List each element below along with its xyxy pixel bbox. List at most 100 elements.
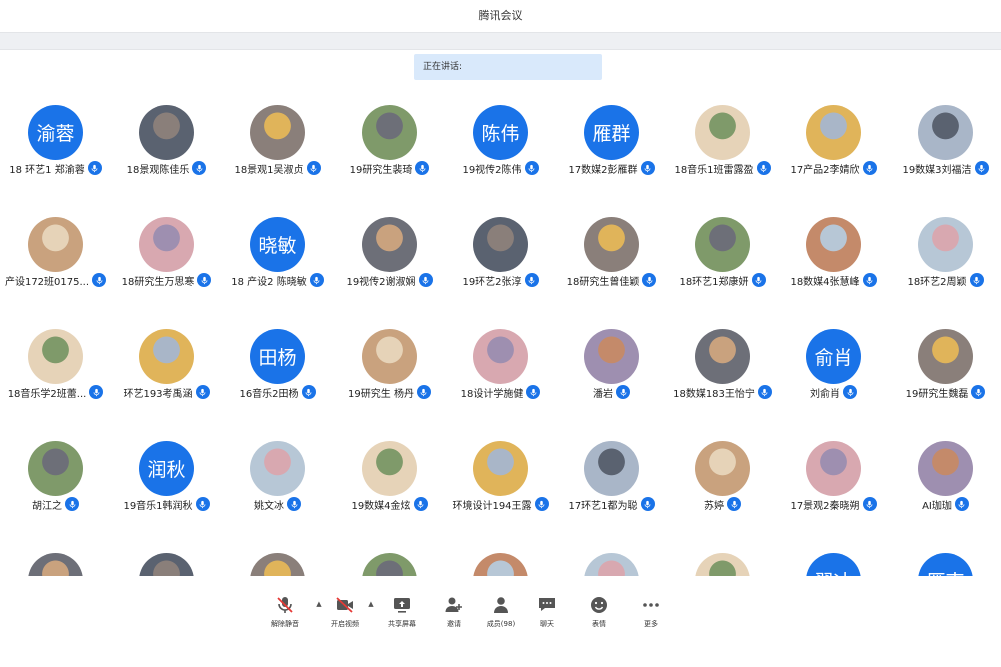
avatar-photo: [28, 329, 83, 384]
participant-tile[interactable]: 18数媒183王怡宁: [667, 314, 778, 426]
participant-tile[interactable]: AI珈珈: [890, 426, 1001, 538]
participant-tile[interactable]: 姚文冰: [222, 426, 333, 538]
participant-name: 18环艺2周颖: [907, 276, 967, 288]
emoji-button[interactable]: 表情: [575, 594, 623, 634]
participant-tile[interactable]: [667, 538, 778, 576]
avatar-photo: [139, 217, 194, 272]
members-button[interactable]: 成员(98): [477, 594, 525, 634]
participant-tile[interactable]: 润秋 19音乐1韩润秋: [111, 426, 222, 538]
participant-tile[interactable]: 18音乐学2班蕾...: [0, 314, 111, 426]
participant-tile[interactable]: [111, 538, 222, 576]
avatar-initials: 渝蓉: [36, 123, 75, 145]
participant-tile[interactable]: 俞肖 刘俞肖: [778, 314, 889, 426]
avatar-photo: [584, 553, 639, 576]
participant-tile[interactable]: 田杨 16音乐2田杨: [222, 314, 333, 426]
participant-tile[interactable]: 19研究生裴琦: [334, 90, 445, 202]
avatar-photo: [28, 553, 83, 576]
participant-label: 18音乐学2班蕾...: [0, 384, 111, 400]
participant-tile[interactable]: 晓敏 18 产设2 陈晓敏: [222, 202, 333, 314]
participant-name: 苏婷: [704, 500, 724, 512]
participant-tile[interactable]: 18数媒4张慧峰: [778, 202, 889, 314]
mic-icon: [843, 385, 857, 399]
participant-label: 17数媒2彭雁群: [556, 160, 667, 176]
speaking-label: 正在讲话:: [423, 62, 463, 72]
chat-button[interactable]: 聊天: [523, 594, 571, 634]
participant-tile[interactable]: 18研究生曾佳颖: [556, 202, 667, 314]
participant-tile[interactable]: 陈伟 19视传2陈伟: [445, 90, 556, 202]
participant-label: 19环艺2张淳: [445, 272, 556, 288]
mic-icon: [197, 273, 212, 287]
participant-tile[interactable]: 潘岩: [556, 314, 667, 426]
participant-tile[interactable]: [222, 538, 333, 576]
participant-tile[interactable]: 胡江之: [0, 426, 111, 538]
participant-name: 18研究生万思寒: [121, 276, 195, 288]
participant-label: 16音乐2田杨: [222, 384, 333, 400]
participant-label: 19研究生裴琦: [334, 160, 445, 176]
participant-label: 19视传2陈伟: [445, 160, 556, 176]
top-divider-strip: [0, 32, 1001, 50]
avatar-photo: [362, 329, 417, 384]
participant-tile[interactable]: 17环艺1都为聪: [556, 426, 667, 538]
participant-tile[interactable]: 17产品2李婧欣: [778, 90, 889, 202]
participant-label: 17景观2秦晓朔: [778, 496, 889, 512]
participant-tile[interactable]: 19研究生 杨丹: [334, 314, 445, 426]
participant-tile[interactable]: 翟冰: [778, 538, 889, 576]
mic-icon: [534, 497, 549, 511]
start-video-button[interactable]: 开启视频: [321, 594, 369, 634]
avatar: 雁南: [918, 553, 973, 576]
more-label: 更多: [644, 620, 658, 628]
participant-name: 18 环艺1 郑渝蓉: [9, 164, 85, 176]
participant-tile[interactable]: 17景观2秦晓朔: [778, 426, 889, 538]
participant-tile[interactable]: 产设172班0175...: [0, 202, 111, 314]
avatar-initials: 翟冰: [814, 567, 852, 576]
avatar-photo: [584, 329, 639, 384]
participant-tile[interactable]: 苏婷: [667, 426, 778, 538]
participant-tile[interactable]: 雁群 17数媒2彭雁群: [556, 90, 667, 202]
avatar-photo: [695, 553, 750, 576]
participant-name: 19视传2谢淑娴: [346, 276, 416, 288]
participant-name: 18音乐学2班蕾...: [7, 388, 87, 400]
participant-tile[interactable]: [556, 538, 667, 576]
invite-button[interactable]: 邀请: [430, 594, 478, 634]
participant-tile[interactable]: [445, 538, 556, 576]
avatar-photo: [362, 217, 417, 272]
participant-tile[interactable]: 18音乐1班雷露盈: [667, 90, 778, 202]
participant-tile[interactable]: 19环艺2张淳: [445, 202, 556, 314]
chat-label: 聊天: [540, 620, 554, 628]
mic-icon: [974, 161, 989, 175]
start-video-label: 开启视频: [331, 620, 359, 628]
participant-tile[interactable]: 19视传2谢淑娴: [334, 202, 445, 314]
participant-tile[interactable]: 18研究生万思寒: [111, 202, 222, 314]
avatar-photo: [362, 105, 417, 160]
mic-icon: [751, 273, 766, 287]
avatar: 陈伟: [473, 105, 528, 160]
more-button[interactable]: 更多: [627, 594, 675, 634]
participant-tile[interactable]: 19数媒4金炫: [334, 426, 445, 538]
participant-tile[interactable]: 19研究生魏磊: [890, 314, 1001, 426]
participant-name: 19环艺2张淳: [462, 276, 522, 288]
participant-tile[interactable]: 19数媒3刘福洁: [890, 90, 1001, 202]
mic-icon: [862, 273, 877, 287]
share-screen-button[interactable]: 共享屏幕: [378, 594, 426, 634]
participant-tile[interactable]: 18景观1吴淑贞: [222, 90, 333, 202]
participant-tile[interactable]: 渝蓉 18 环艺1 郑渝蓉: [0, 90, 111, 202]
participant-name: 18景观1吴淑贞: [234, 164, 304, 176]
participant-tile[interactable]: 雁南: [890, 538, 1001, 576]
video-options-caret[interactable]: ▲: [367, 600, 375, 608]
members-label: 成员(98): [486, 620, 516, 628]
participant-tile[interactable]: [0, 538, 111, 576]
participant-tile[interactable]: 环境设计194王露: [445, 426, 556, 538]
mic-icon: [642, 273, 657, 287]
participant-tile[interactable]: [334, 538, 445, 576]
avatar-photo: [695, 105, 750, 160]
participant-tile[interactable]: 18设计学施健: [445, 314, 556, 426]
avatar-initials: 俞肖: [814, 347, 853, 369]
participant-name: 环境设计194王露: [452, 500, 532, 512]
participant-tile[interactable]: 18景观陈佳乐: [111, 90, 222, 202]
window-title-bar: 腾讯会议: [0, 0, 1001, 32]
participant-tile[interactable]: 18环艺1郑康妍: [667, 202, 778, 314]
participant-tile[interactable]: 环艺193考禹涵: [111, 314, 222, 426]
mic-icon: [954, 497, 969, 511]
unmute-button[interactable]: 解除静音: [261, 594, 309, 634]
participant-tile[interactable]: 18环艺2周颖: [890, 202, 1001, 314]
